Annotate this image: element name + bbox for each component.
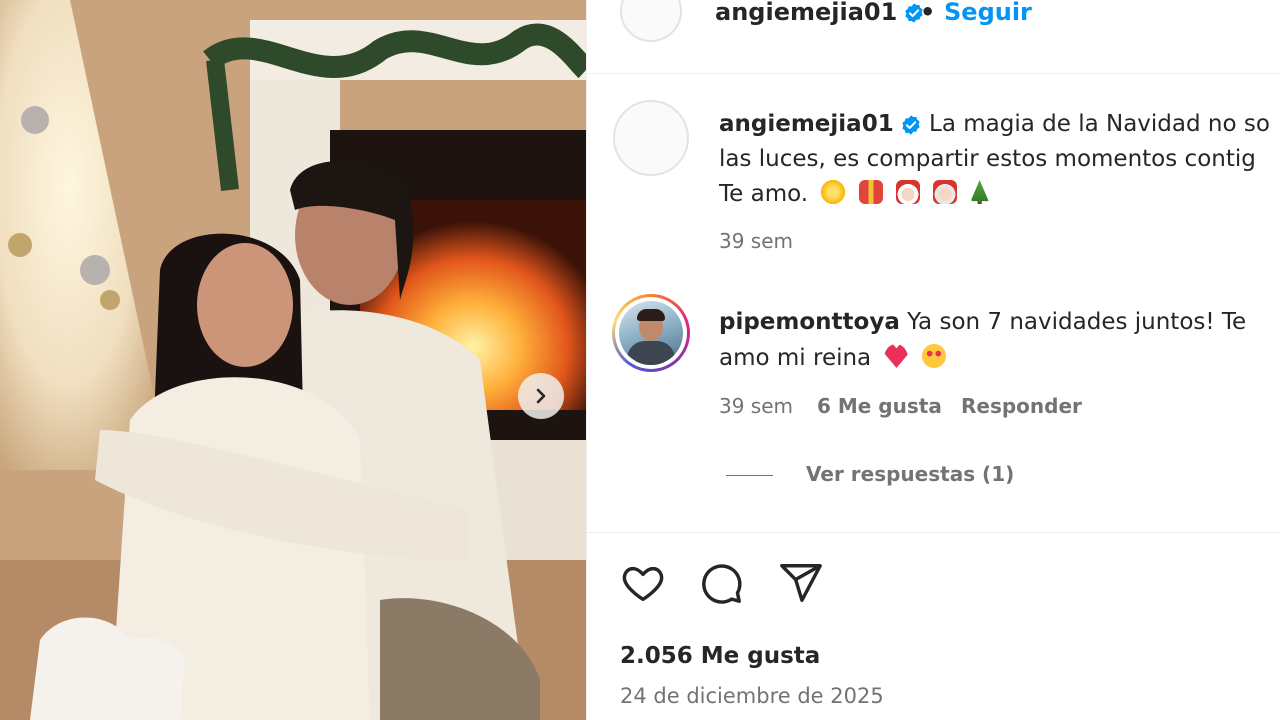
actions-divider — [586, 532, 1280, 533]
comment-timestamp[interactable]: 39 sem — [719, 394, 793, 418]
caption-username[interactable]: angiemejia01 — [719, 111, 894, 137]
header-divider — [586, 73, 1280, 74]
next-photo-button[interactable] — [518, 373, 564, 419]
share-icon[interactable] — [778, 560, 824, 606]
view-replies-button[interactable]: Ver respuestas (1) — [806, 462, 1014, 486]
post-date: 24 de diciembre de 2025 — [620, 684, 884, 708]
comment-line-2: amo mi reina — [719, 345, 872, 371]
christmas-tree-icon — [970, 180, 989, 204]
caption-line-2: las luces, es compartir estos momentos c… — [719, 146, 1256, 172]
christmas-couple-photo — [0, 0, 586, 720]
caption-line-1: La magia de la Navidad no so — [929, 111, 1270, 137]
caption-timestamp[interactable]: 39 sem — [719, 229, 793, 253]
avatar-body — [627, 341, 675, 365]
reply-button[interactable]: Responder — [961, 394, 1082, 418]
comment-likes[interactable]: 6 Me gusta — [817, 394, 942, 418]
caption-line-3: Te amo. — [719, 181, 809, 207]
sparkles-icon — [821, 180, 846, 204]
author-username-text[interactable]: angiemejia01 — [715, 0, 897, 26]
panel-border — [586, 0, 587, 720]
caption-avatar[interactable] — [613, 100, 689, 176]
follow-button[interactable]: Seguir — [944, 0, 1032, 26]
heart-emoji-icon — [884, 344, 909, 368]
mrs-claus-icon — [933, 180, 958, 204]
commenter-avatar[interactable] — [612, 294, 690, 372]
avatar-hair — [637, 309, 665, 321]
post-side-panel: angiemejia01 • Seguir angiemejia01 La ma… — [586, 0, 1280, 720]
post-photo[interactable] — [0, 0, 586, 720]
caption-text: angiemejia01 La magia de la Navidad no s… — [719, 107, 1279, 212]
commenter-avatar-photo — [619, 301, 683, 365]
comment-icon[interactable] — [698, 560, 744, 606]
santa-icon — [896, 180, 921, 204]
commenter-avatar-ring — [615, 297, 687, 369]
likes-count[interactable]: 2.056 Me gusta — [620, 643, 820, 669]
replies-line — [726, 475, 773, 476]
author-username[interactable]: angiemejia01 — [715, 0, 925, 26]
verified-badge-icon — [902, 114, 920, 135]
heart-icon[interactable] — [620, 560, 666, 606]
comment-text: pipemonttoya Ya son 7 navidades juntos! … — [719, 304, 1279, 376]
chevron-right-icon — [536, 388, 546, 404]
heart-eyes-icon — [921, 344, 946, 368]
author-avatar[interactable] — [620, 0, 682, 42]
header-separator: • — [920, 0, 936, 26]
gift-icon — [858, 180, 883, 204]
comment-line-1: Ya son 7 navidades juntos! Te — [907, 309, 1247, 335]
comment-username[interactable]: pipemonttoya — [719, 309, 900, 335]
